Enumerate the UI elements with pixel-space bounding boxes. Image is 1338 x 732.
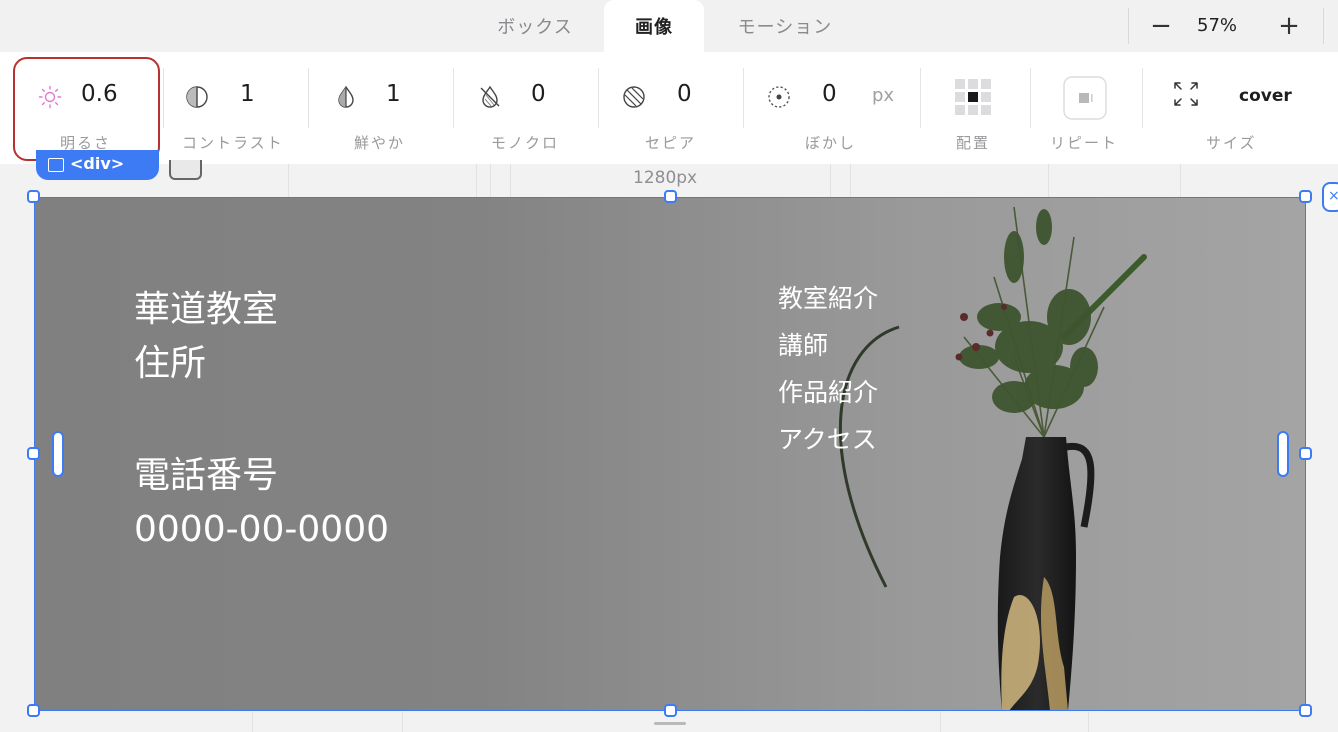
nav-link-access[interactable]: アクセス: [778, 420, 877, 456]
sepia-value[interactable]: 0: [677, 81, 692, 107]
position-control[interactable]: 配置: [922, 52, 1028, 164]
grid-guide: [402, 712, 403, 732]
nav-link-about[interactable]: 教室紹介: [778, 279, 878, 315]
resize-handle-left[interactable]: [27, 447, 40, 460]
sepia-control[interactable]: 0 セピア: [600, 52, 743, 164]
zoom-out-button[interactable]: −: [1143, 8, 1179, 44]
grayscale-control[interactable]: 0 モノクロ: [455, 52, 598, 164]
blur-label: ぼかし: [805, 134, 857, 152]
resize-handle-bottom[interactable]: [664, 704, 677, 717]
grid-guide: [830, 164, 831, 197]
nav-link-works[interactable]: 作品紹介: [778, 373, 878, 409]
size-label: サイズ: [1206, 134, 1257, 152]
hero-phone-number: 0000-00-0000: [134, 509, 390, 550]
sepia-label: セピア: [645, 134, 697, 152]
grid-guide: [940, 712, 941, 732]
saturation-control[interactable]: 1 鮮やか: [310, 52, 453, 164]
hero-title: 華道教室: [134, 289, 279, 330]
saturation-value[interactable]: 1: [386, 81, 401, 107]
grayscale-drop-icon: [480, 85, 500, 108]
contrast-icon: [186, 86, 208, 108]
grid-guide: [850, 164, 851, 197]
image-icon: [48, 157, 64, 172]
nav-link-instructor[interactable]: 講師: [778, 326, 828, 362]
grid-guide: [510, 164, 511, 197]
drag-grip[interactable]: [654, 722, 686, 725]
grayscale-value[interactable]: 0: [531, 81, 546, 107]
padding-handle-left[interactable]: [52, 431, 64, 477]
grid-guide: [476, 164, 477, 197]
size-control[interactable]: cover サイズ: [1144, 52, 1338, 164]
saturation-label: 鮮やか: [354, 134, 406, 152]
zoom-level: 57%: [1197, 15, 1238, 36]
brightness-highlight-box: [13, 57, 160, 161]
resize-handle-top-right[interactable]: [1299, 190, 1312, 203]
editor-root: ボックス 画像 モーション − 57% + 0.6 明るさ 1 コントラスト 1…: [0, 0, 1338, 732]
position-label: 配置: [956, 134, 991, 152]
contrast-control[interactable]: 1 コントラスト: [165, 52, 308, 164]
grid-guide: [490, 164, 491, 197]
expand-icon: [1174, 82, 1198, 106]
tab-bar: ボックス 画像 モーション − 57% +: [0, 0, 1338, 52]
resize-handle-top-left[interactable]: [27, 190, 40, 203]
repeat-label: リピート: [1050, 134, 1119, 152]
zoom-control: − 57% +: [1128, 8, 1324, 44]
hero-background-image[interactable]: 華道教室 住所 電話番号 0000-00-0000 教室紹介 講師 作品紹介 ア…: [34, 197, 1306, 711]
resize-handle-right[interactable]: [1299, 447, 1312, 460]
blur-value[interactable]: 0: [822, 81, 837, 107]
hero-phone-label: 電話番号: [134, 455, 279, 496]
element-type-badge[interactable]: <div>: [36, 150, 159, 180]
resize-handle-bottom-right[interactable]: [1299, 704, 1312, 717]
repeat-control[interactable]: リピート: [1032, 52, 1140, 164]
grid-guide: [288, 164, 289, 197]
blur-control[interactable]: 0 px ぼかし: [745, 52, 918, 164]
contrast-value[interactable]: 1: [240, 81, 255, 107]
divider: [920, 68, 921, 128]
zoom-in-button[interactable]: +: [1271, 8, 1307, 44]
size-value[interactable]: cover: [1239, 86, 1292, 106]
close-icon[interactable]: ×: [1322, 182, 1338, 212]
resize-handle-top[interactable]: [664, 190, 677, 203]
tab-image[interactable]: 画像: [604, 0, 704, 52]
grid-guide: [1180, 164, 1181, 197]
saturation-drop-icon: [338, 85, 354, 108]
sepia-icon: [623, 86, 645, 108]
blur-icon: [768, 86, 790, 108]
grayscale-label: モノクロ: [491, 134, 560, 152]
divider: [743, 68, 744, 128]
padding-handle-right[interactable]: [1277, 431, 1289, 477]
position-grid-icon: [955, 79, 991, 115]
image-filter-toolbar: 0.6 明るさ 1 コントラスト 1 鮮やか 0 モノクロ 0 セピア 0 px…: [0, 52, 1338, 164]
blur-unit: px: [872, 85, 895, 106]
divider: [1030, 68, 1031, 128]
element-tag-label: <div>: [70, 154, 125, 173]
divider: [163, 68, 164, 128]
tab-box[interactable]: ボックス: [466, 0, 604, 52]
width-indicator: 1280px: [633, 168, 698, 188]
tab-motion[interactable]: モーション: [704, 0, 866, 52]
divider: [453, 68, 454, 128]
divider: [308, 68, 309, 128]
resize-handle-bottom-left[interactable]: [27, 704, 40, 717]
grid-guide: [252, 712, 253, 732]
grid-guide: [1048, 164, 1049, 197]
contrast-label: コントラスト: [182, 134, 284, 152]
divider: [1142, 68, 1143, 128]
hero-address: 住所: [134, 343, 207, 384]
repeat-icon: [1063, 76, 1107, 120]
divider: [598, 68, 599, 128]
secondary-badge[interactable]: [169, 160, 202, 180]
grid-guide: [1088, 712, 1089, 732]
